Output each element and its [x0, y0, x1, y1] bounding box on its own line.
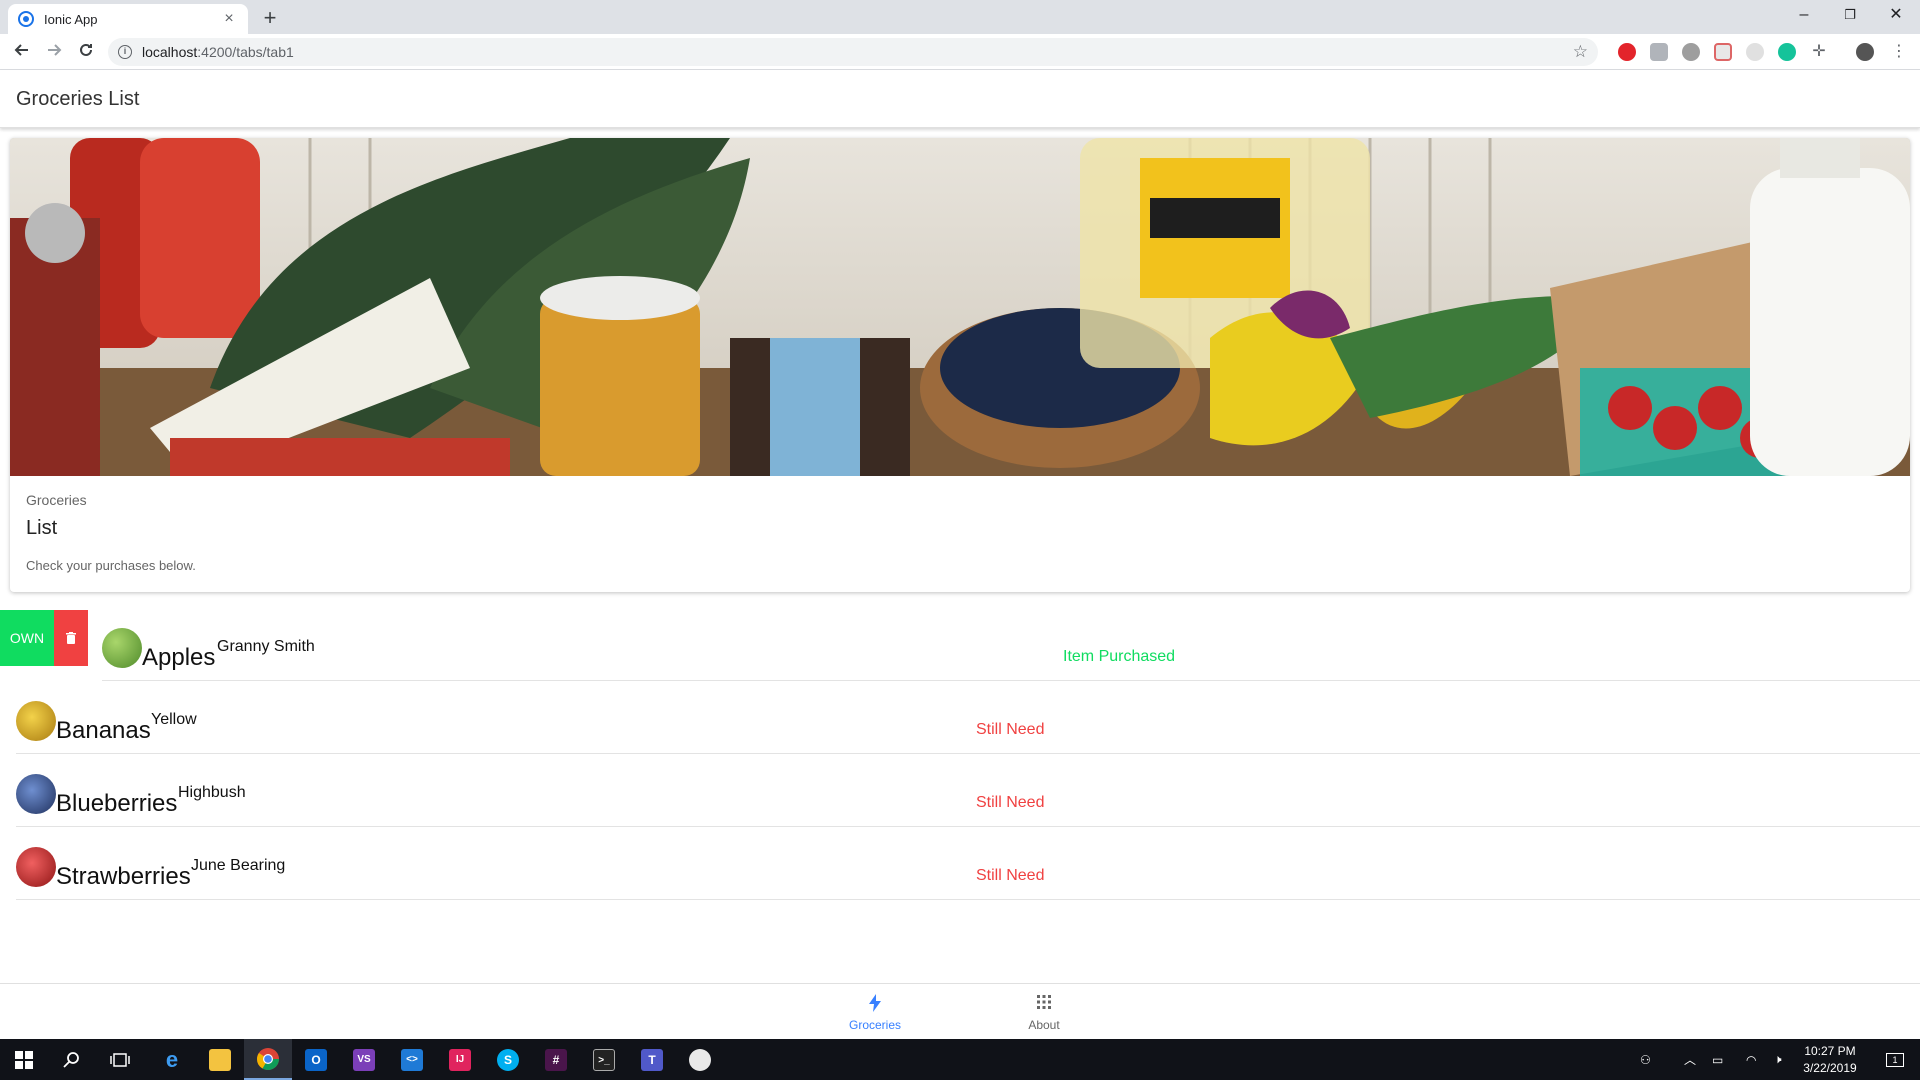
- list-item[interactable]: Strawberries June Bearing Still Need: [16, 827, 1920, 900]
- clock-date: 3/22/2019: [1803, 1061, 1857, 1075]
- card-content: Check your purchases below.: [26, 558, 196, 573]
- wifi-icon[interactable]: ◠: [1746, 1039, 1756, 1080]
- reload-button[interactable]: [72, 38, 100, 66]
- item-variety: Granny Smith: [217, 638, 315, 655]
- taskbar-app-slack[interactable]: #: [532, 1039, 580, 1080]
- card-title: List: [26, 517, 58, 539]
- item-variety: Highbush: [178, 784, 246, 801]
- app-header: Groceries List: [0, 70, 1920, 128]
- forward-arrow-icon: [48, 44, 62, 56]
- windows-taskbar: e O VS <> IJ S # >_ T ⚇ ︿ ▭ ◠ 🕨 10:27 PM…: [0, 1039, 1920, 1080]
- back-button[interactable]: [8, 38, 36, 66]
- grammarly-icon[interactable]: [1778, 43, 1796, 61]
- tab-label: Groceries: [848, 1018, 901, 1032]
- move-extension-icon[interactable]: ✛: [1810, 43, 1828, 61]
- taskbar-app-outlook[interactable]: O: [292, 1039, 340, 1080]
- search-button[interactable]: [48, 1039, 96, 1080]
- extension-icon[interactable]: [1682, 43, 1700, 61]
- close-tab-icon[interactable]: ×: [220, 10, 238, 28]
- groceries-card: Groceries List Check your purchases belo…: [10, 138, 1910, 592]
- start-button[interactable]: [0, 1039, 48, 1080]
- taskbar-app-edge[interactable]: e: [148, 1039, 196, 1080]
- new-tab-button[interactable]: +: [256, 5, 284, 33]
- folder-icon: [209, 1048, 231, 1071]
- taskbar-app-file-explorer[interactable]: [196, 1039, 244, 1080]
- taskbar-app-jetbrains[interactable]: IJ: [436, 1039, 484, 1080]
- windows-logo-icon: [15, 1050, 33, 1069]
- list-item[interactable]: Blueberries Highbush Still Need: [16, 754, 1920, 827]
- trash-icon: [66, 631, 76, 644]
- flash-icon: [869, 994, 881, 1012]
- extension-icon[interactable]: [1714, 43, 1732, 61]
- card-subtitle: Groceries: [26, 492, 87, 508]
- tab-label: About: [1028, 1018, 1060, 1032]
- tray-overflow-icon[interactable]: ︿: [1684, 1039, 1696, 1080]
- banana-thumbnail: [16, 701, 56, 741]
- menu-icon[interactable]: ⋮: [1890, 43, 1908, 61]
- volume-muted-icon[interactable]: 🕨: [1774, 1039, 1782, 1080]
- ionic-favicon-icon: [18, 11, 34, 27]
- bookmark-star-icon[interactable]: ☆: [1573, 42, 1588, 62]
- item-name: Bananas: [56, 717, 151, 744]
- taskbar-app-chrome[interactable]: [244, 1039, 292, 1080]
- tab-about[interactable]: About: [984, 984, 1104, 1040]
- item-variety: Yellow: [151, 711, 197, 728]
- back-arrow-icon: [14, 44, 28, 56]
- chrome-icon: [257, 1047, 279, 1070]
- restore-button[interactable]: ❐: [1827, 0, 1873, 30]
- close-window-button[interactable]: ✕: [1873, 0, 1919, 30]
- info-icon[interactable]: i: [118, 45, 132, 59]
- item-name: Blueberries: [56, 790, 178, 817]
- address-bar[interactable]: i localhost:4200/tabs/tab1 ☆: [108, 38, 1598, 66]
- search-icon: [63, 1051, 79, 1068]
- browser-tabbar: Ionic App × + – ❐ ✕: [0, 0, 1920, 34]
- strawberry-thumbnail: [16, 847, 56, 887]
- blueberry-thumbnail: [16, 774, 56, 814]
- extension-icon[interactable]: [1746, 43, 1764, 61]
- taskbar-app-vscode[interactable]: <>: [388, 1039, 436, 1080]
- people-icon[interactable]: ⚇: [1640, 1039, 1651, 1080]
- battery-icon[interactable]: ▭: [1712, 1039, 1723, 1080]
- browser-tab[interactable]: Ionic App ×: [8, 4, 248, 34]
- delete-option-button[interactable]: [54, 610, 88, 666]
- url-text: localhost:4200/tabs/tab1: [142, 44, 294, 60]
- list-item[interactable]: Bananas Yellow Still Need: [16, 681, 1920, 754]
- tab-title: Ionic App: [44, 11, 98, 27]
- taskbar-app-paint[interactable]: [676, 1039, 724, 1080]
- page-title: Groceries List: [16, 88, 140, 110]
- taskbar-clock[interactable]: 10:27 PM 3/22/2019: [1790, 1043, 1870, 1077]
- opera-extension-icon[interactable]: [1618, 43, 1636, 61]
- notification-center-icon[interactable]: 1: [1880, 1039, 1910, 1080]
- taskbar-app-teams[interactable]: T: [628, 1039, 676, 1080]
- item-status: Item Purchased: [1063, 648, 1176, 665]
- reload-icon: [80, 43, 92, 56]
- tab-bar: Groceries About: [0, 983, 1920, 1039]
- item-status: Still Need: [976, 794, 1045, 811]
- item-status: Still Need: [976, 721, 1045, 738]
- task-view-button[interactable]: [96, 1039, 144, 1080]
- apps-icon: [1037, 995, 1051, 1009]
- groceries-hero-image: [10, 138, 1910, 476]
- item-name: Strawberries: [56, 863, 191, 890]
- list-item[interactable]: Apples Granny Smith Item Purchased: [102, 608, 1920, 681]
- item-name: Apples: [142, 644, 216, 671]
- taskbar-app-visual-studio[interactable]: VS: [340, 1039, 388, 1080]
- clock-time: 10:27 PM: [1804, 1044, 1856, 1058]
- browser-toolbar: i localhost:4200/tabs/tab1 ☆ ✛ ⋮: [0, 34, 1920, 70]
- item-variety: June Bearing: [191, 857, 286, 874]
- task-view-icon: [110, 1052, 130, 1067]
- item-status: Still Need: [976, 867, 1045, 884]
- apple-thumbnail: [102, 628, 142, 668]
- minimize-button[interactable]: –: [1781, 0, 1827, 30]
- own-option-button[interactable]: OWN: [0, 610, 54, 666]
- forward-button[interactable]: [40, 38, 68, 66]
- taskbar-app-terminal[interactable]: >_: [580, 1039, 628, 1080]
- tab-groceries[interactable]: Groceries: [815, 984, 935, 1040]
- extension-icon[interactable]: [1650, 43, 1668, 61]
- paint-icon: [689, 1048, 711, 1071]
- profile-avatar[interactable]: [1856, 43, 1874, 61]
- taskbar-app-skype[interactable]: S: [484, 1039, 532, 1080]
